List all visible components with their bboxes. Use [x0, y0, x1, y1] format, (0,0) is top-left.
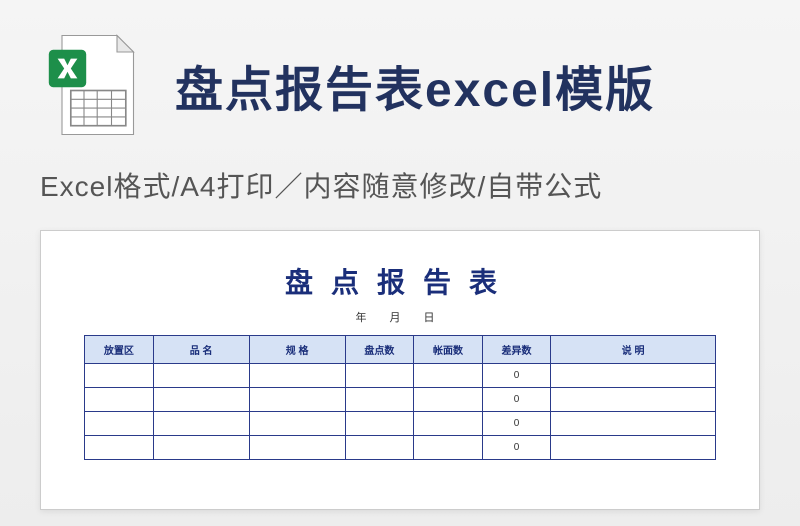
col-header: 帐面数 — [414, 336, 483, 364]
cell — [345, 412, 414, 436]
col-header: 品 名 — [153, 336, 249, 364]
cell — [345, 388, 414, 412]
cell — [249, 412, 345, 436]
table-row: 0 — [85, 412, 716, 436]
inventory-table: 放置区 品 名 规 格 盘点数 帐面数 差异数 说 明 0 — [84, 335, 716, 460]
col-header: 放置区 — [85, 336, 154, 364]
cell — [153, 412, 249, 436]
cell — [345, 436, 414, 460]
cell: 0 — [482, 436, 551, 460]
cell — [85, 364, 154, 388]
cell — [85, 412, 154, 436]
cell — [153, 388, 249, 412]
cell: 0 — [482, 388, 551, 412]
col-header: 盘点数 — [345, 336, 414, 364]
document-preview: 盘点报告表 年 月 日 放置区 品 名 规 格 盘点数 帐面数 差异数 说 明 … — [40, 230, 760, 510]
cell: 0 — [482, 412, 551, 436]
cell — [345, 364, 414, 388]
cell — [551, 436, 716, 460]
cell: 0 — [482, 364, 551, 388]
cell — [414, 364, 483, 388]
cell — [153, 436, 249, 460]
cell — [414, 388, 483, 412]
page-title: 盘点报告表excel模版 — [175, 50, 655, 120]
doc-date: 年 月 日 — [41, 309, 759, 335]
cell — [414, 412, 483, 436]
cell — [551, 412, 716, 436]
cell — [85, 436, 154, 460]
cell — [85, 388, 154, 412]
cell — [249, 388, 345, 412]
table-row: 0 — [85, 388, 716, 412]
table-row: 0 — [85, 364, 716, 388]
cell — [414, 436, 483, 460]
cell — [249, 364, 345, 388]
cell — [249, 436, 345, 460]
doc-title: 盘点报告表 — [41, 231, 759, 309]
table-header-row: 放置区 品 名 规 格 盘点数 帐面数 差异数 说 明 — [85, 336, 716, 364]
col-header: 差异数 — [482, 336, 551, 364]
page-subtitle: Excel格式/A4打印／内容随意修改/自带公式 — [0, 150, 800, 230]
cell — [153, 364, 249, 388]
col-header: 说 明 — [551, 336, 716, 364]
header-section: 盘点报告表excel模版 — [0, 0, 800, 150]
excel-file-icon — [40, 30, 150, 140]
cell — [551, 388, 716, 412]
table-row: 0 — [85, 436, 716, 460]
col-header: 规 格 — [249, 336, 345, 364]
cell — [551, 364, 716, 388]
